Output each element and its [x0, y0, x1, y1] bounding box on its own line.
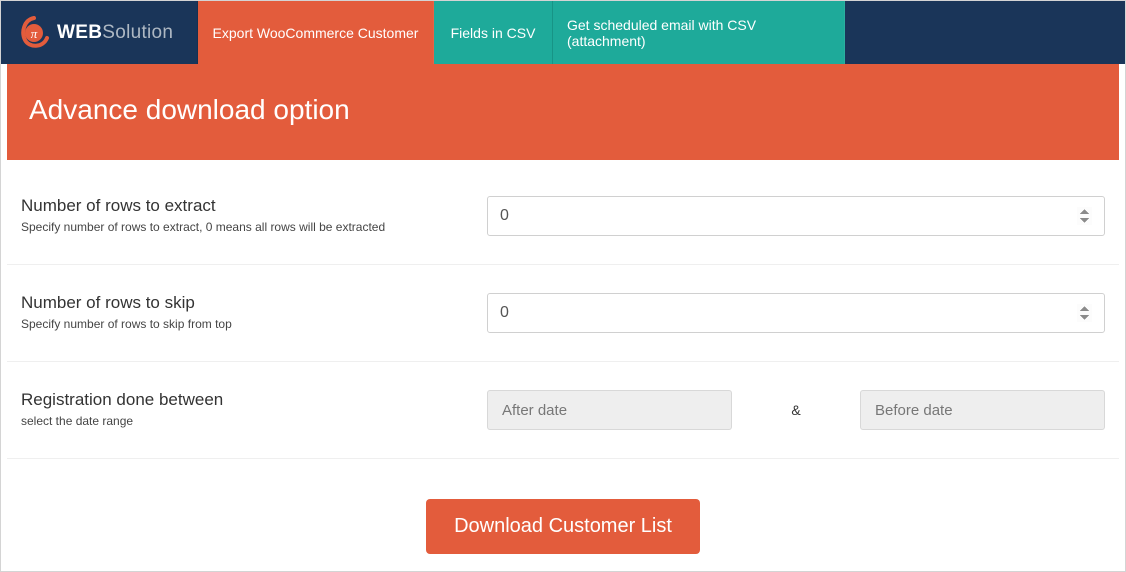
label-col: Number of rows to extract Specify number…	[21, 196, 487, 234]
rows-extract-label: Number of rows to extract	[21, 196, 467, 216]
row-rows-extract: Number of rows to extract Specify number…	[7, 160, 1119, 265]
form-area: Number of rows to extract Specify number…	[7, 160, 1119, 554]
topbar: π WEBSolution Export WooCommerce Custome…	[1, 1, 1125, 64]
input-col	[487, 293, 1105, 333]
row-registration: Registration done between select the dat…	[7, 362, 1119, 459]
page-title: Advance download option	[7, 64, 1119, 160]
tab-fields-csv[interactable]: Fields in CSV	[434, 1, 553, 64]
after-date-input[interactable]	[487, 390, 732, 430]
rows-extract-desc: Specify number of rows to extract, 0 mea…	[21, 220, 467, 234]
rows-skip-input[interactable]	[487, 293, 1105, 333]
date-range-separator: &	[732, 402, 860, 418]
logo[interactable]: π WEBSolution	[1, 1, 198, 64]
pi-icon: π	[17, 16, 51, 50]
logo-text: WEBSolution	[57, 22, 173, 44]
label-col: Number of rows to skip Specify number of…	[21, 293, 487, 331]
input-col: &	[487, 390, 1105, 430]
before-date-input[interactable]	[860, 390, 1105, 430]
svg-text:π: π	[31, 26, 38, 41]
button-row: Download Customer List	[7, 459, 1119, 554]
registration-label: Registration done between	[21, 390, 467, 410]
registration-desc: select the date range	[21, 414, 467, 428]
input-col	[487, 196, 1105, 236]
rows-skip-desc: Specify number of rows to skip from top	[21, 317, 467, 331]
rows-extract-input[interactable]	[487, 196, 1105, 236]
tab-scheduled-email[interactable]: Get scheduled email with CSV (attachment…	[553, 1, 845, 64]
tab-export-customer[interactable]: Export WooCommerce Customer	[198, 1, 434, 64]
row-rows-skip: Number of rows to skip Specify number of…	[7, 265, 1119, 362]
nav-spacer	[845, 1, 1125, 64]
download-customer-list-button[interactable]: Download Customer List	[426, 499, 700, 554]
label-col: Registration done between select the dat…	[21, 390, 487, 428]
rows-skip-label: Number of rows to skip	[21, 293, 467, 313]
